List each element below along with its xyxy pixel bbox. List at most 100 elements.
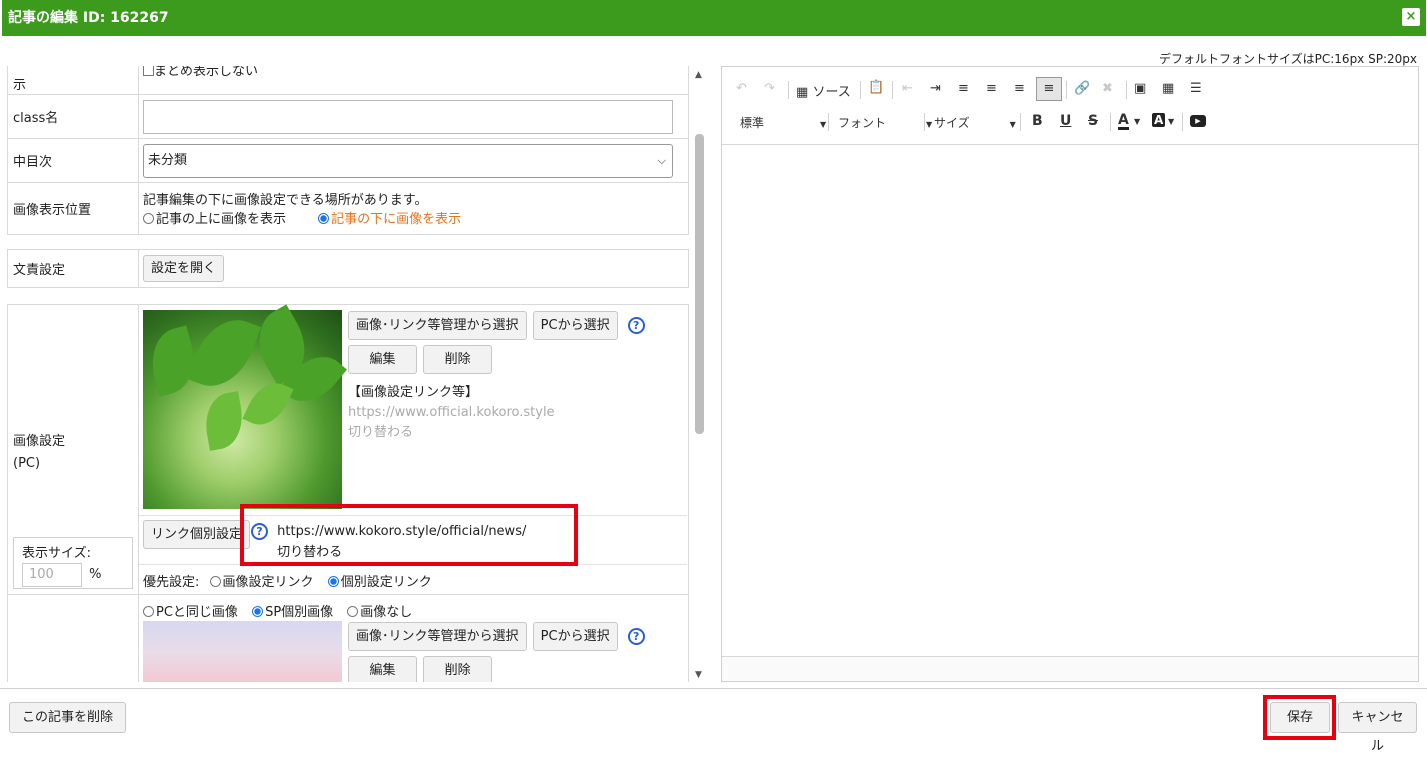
link-url: https://www.official.kokoro.style bbox=[348, 405, 555, 420]
sp-edit-image-button[interactable]: 編集 bbox=[348, 656, 417, 682]
cancel-button[interactable]: キャンセル bbox=[1338, 702, 1417, 754]
form-pane[interactable]: 示 まとめ表示しない class名 中目次 未分類 ⌵ 画像表示位置 記事編集の下… bbox=[0, 66, 692, 682]
toc-select[interactable]: 未分類 ⌵ bbox=[143, 143, 673, 178]
underline-button[interactable]: U bbox=[1060, 113, 1071, 129]
chevron-down-icon: ⌵ bbox=[657, 153, 666, 167]
individual-link-button[interactable]: リンク個別設定 bbox=[143, 520, 251, 549]
bg-color-button[interactable]: A bbox=[1152, 113, 1166, 127]
sp-option-same[interactable]: PCと同じ画像 bbox=[143, 605, 238, 620]
help-icon[interactable]: ? bbox=[627, 317, 645, 334]
format-combo[interactable]: 標準 ▼ bbox=[740, 114, 826, 131]
image-pc-label-sub: (PC) bbox=[13, 456, 41, 471]
help-icon[interactable]: ? bbox=[627, 628, 645, 645]
source-button[interactable]: ▦ ソース bbox=[796, 81, 851, 100]
sp-option-none[interactable]: 画像なし bbox=[347, 605, 412, 620]
radio-icon bbox=[143, 212, 154, 224]
unlink-icon[interactable]: ✖ bbox=[1102, 81, 1113, 96]
image-position-option-top[interactable]: 記事の上に画像を表示 bbox=[143, 212, 286, 227]
priority-label: 優先設定: bbox=[143, 575, 200, 590]
image-sp-value-cell: PCと同じ画像 SP個別画像 画像なし 画像･リンク等管理から選択 PCから選択… bbox=[138, 594, 689, 682]
editor-status-bar bbox=[722, 656, 1418, 681]
table-icon[interactable]: ▦ bbox=[1162, 81, 1174, 96]
display-size-label: 表示サイズ: bbox=[22, 546, 91, 561]
link-heading: 【画像設定リンク等】 bbox=[348, 385, 479, 400]
close-icon[interactable]: × bbox=[1402, 8, 1420, 26]
image-position-note: 記事編集の下に画像設定できる場所があります。 bbox=[143, 192, 428, 208]
highlight-individual-link bbox=[240, 504, 578, 566]
open-settings-button[interactable]: 設定を開く bbox=[143, 255, 225, 282]
image-position-label: 画像表示位置 bbox=[7, 182, 139, 235]
image-pc-label-cell: 画像設定 (PC) 表示サイズ: 100 % bbox=[7, 304, 139, 595]
priority-option-image-link[interactable]: 画像設定リンク bbox=[209, 575, 314, 590]
edit-image-button[interactable]: 編集 bbox=[348, 345, 417, 374]
image-settings-table: 画像設定 (PC) 表示サイズ: 100 % 画像･リンク等管理から選択 PCか… bbox=[7, 304, 689, 682]
align-center-icon[interactable]: ≡ bbox=[986, 81, 997, 96]
scroll-thumb[interactable] bbox=[695, 134, 704, 434]
image-position-option-bottom[interactable]: 記事の下に画像を表示 bbox=[318, 212, 461, 227]
font-combo[interactable]: フォント ▼ bbox=[838, 114, 932, 131]
summary-checkbox-label: まとめ表示しない bbox=[154, 66, 259, 79]
toc-selected-value: 未分類 bbox=[148, 152, 188, 168]
image-icon[interactable]: ▣ bbox=[1134, 81, 1146, 96]
class-name-input[interactable] bbox=[143, 99, 673, 134]
display-value-cell: まとめ表示しない bbox=[138, 66, 689, 95]
chevron-down-icon: ▼ bbox=[1009, 120, 1016, 129]
toc-label: 中目次 bbox=[7, 138, 139, 183]
paste-icon[interactable]: 📋 bbox=[868, 80, 884, 95]
redo-icon[interactable]: ↷ bbox=[764, 81, 775, 96]
size-combo[interactable]: サイズ ▼ bbox=[934, 114, 1016, 131]
radio-icon bbox=[143, 606, 154, 617]
strike-button[interactable]: S bbox=[1088, 113, 1098, 129]
settings-table: 示 まとめ表示しない class名 中目次 未分類 ⌵ 画像表示位置 記事編集の下… bbox=[7, 66, 689, 235]
sp-select-from-manager-button[interactable]: 画像･リンク等管理から選択 bbox=[348, 622, 527, 651]
dialog-title: 記事の編集 ID: 162267 bbox=[8, 10, 169, 26]
text-color-button[interactable]: A bbox=[1118, 113, 1129, 130]
display-size-input[interactable]: 100 bbox=[22, 563, 82, 587]
chevron-down-icon: ▼ bbox=[926, 120, 933, 129]
chevron-down-icon[interactable]: ▼ bbox=[1134, 117, 1140, 126]
summary-checkbox[interactable] bbox=[143, 66, 154, 76]
sp-select-from-pc-button[interactable]: PCから選択 bbox=[532, 622, 618, 651]
highlight-save-button bbox=[1263, 695, 1336, 740]
horizontal-rule-icon[interactable]: ☰ bbox=[1190, 81, 1202, 96]
scroll-up-icon[interactable]: ▲ bbox=[695, 70, 702, 80]
delete-article-button[interactable]: この記事を削除 bbox=[9, 702, 127, 733]
footer-divider bbox=[0, 688, 1427, 689]
align-left-icon[interactable]: ≡ bbox=[958, 81, 969, 96]
dialog-title-bar: 記事の編集 ID: 162267 × bbox=[2, 0, 1426, 36]
sp-delete-image-button[interactable]: 削除 bbox=[423, 656, 493, 682]
rich-text-editor[interactable]: ↶ ↷ ▦ ソース 📋 ⇤ ⇥ ≡ ≡ ≡ ≡ 🔗 ✖ ▣ ▦ ☰ 標準 ▼ フォ… bbox=[721, 66, 1419, 682]
editor-content-area[interactable] bbox=[722, 145, 1418, 655]
image-sp-thumbnail[interactable] bbox=[143, 621, 342, 682]
display-label-cell: 示 bbox=[7, 66, 139, 95]
align-justify-icon[interactable]: ≡ bbox=[1036, 77, 1062, 101]
display-size-box: 表示サイズ: 100 % bbox=[13, 537, 133, 589]
radio-icon bbox=[347, 606, 359, 617]
indent-icon[interactable]: ⇥ bbox=[930, 81, 941, 96]
outdent-icon[interactable]: ⇤ bbox=[902, 81, 913, 96]
editor-toolbar: ↶ ↷ ▦ ソース 📋 ⇤ ⇥ ≡ ≡ ≡ ≡ 🔗 ✖ ▣ ▦ ☰ 標準 ▼ フォ… bbox=[722, 67, 1418, 145]
link-icon[interactable]: 🔗 bbox=[1074, 81, 1090, 96]
sp-option-individual[interactable]: SP個別画像 bbox=[252, 605, 333, 620]
image-pc-label: 画像設定 bbox=[13, 434, 66, 449]
select-from-manager-button[interactable]: 画像･リンク等管理から選択 bbox=[348, 311, 527, 340]
youtube-icon[interactable]: ▶ bbox=[1190, 115, 1206, 127]
chevron-down-icon: ▼ bbox=[820, 120, 827, 129]
class-name-label: class名 bbox=[7, 94, 139, 139]
undo-icon[interactable]: ↶ bbox=[736, 81, 747, 96]
percent-label: % bbox=[89, 567, 102, 582]
scroll-down-icon[interactable]: ▼ bbox=[695, 670, 702, 680]
display-label: 示 bbox=[13, 78, 27, 93]
bold-button[interactable]: B bbox=[1032, 113, 1043, 129]
radio-selected-icon bbox=[318, 212, 330, 224]
link-mode: 切り替わる bbox=[348, 425, 414, 440]
form-scrollbar[interactable]: ▲ ▼ bbox=[692, 66, 708, 682]
select-from-pc-button[interactable]: PCから選択 bbox=[532, 311, 618, 340]
default-font-note: デフォルトフォントサイズはPC:16px SP:20px bbox=[1159, 52, 1417, 66]
image-sp-label-cell bbox=[7, 594, 139, 682]
align-right-icon[interactable]: ≡ bbox=[1014, 81, 1025, 96]
priority-option-individual-link[interactable]: 個別設定リンク bbox=[327, 575, 432, 590]
image-pc-thumbnail[interactable] bbox=[143, 304, 347, 509]
delete-image-button[interactable]: 削除 bbox=[423, 345, 493, 374]
chevron-down-icon[interactable]: ▼ bbox=[1168, 117, 1174, 126]
